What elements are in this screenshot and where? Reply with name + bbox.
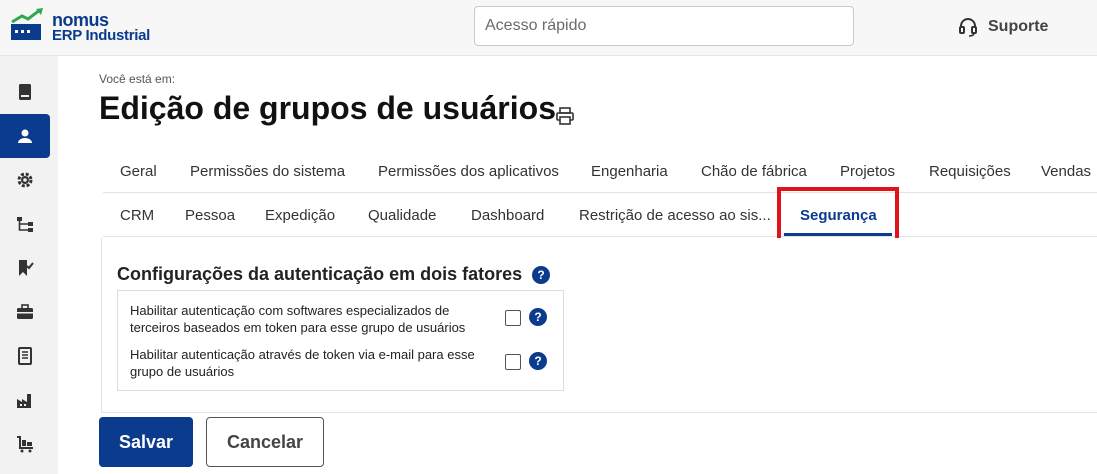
hierarchy-icon — [17, 217, 33, 232]
sidebar — [0, 56, 58, 474]
tab-restricao-acesso[interactable]: Restrição de acesso ao sis... — [562, 195, 788, 237]
tab-engenharia[interactable]: Engenharia — [574, 151, 685, 193]
sidebar-item-tasks[interactable] — [0, 246, 50, 290]
headset-icon — [959, 18, 977, 37]
factory-icon — [17, 394, 31, 408]
gear-icon — [17, 172, 33, 188]
tab-crm[interactable]: CRM — [103, 195, 171, 237]
token-software-checkbox[interactable] — [505, 310, 521, 326]
cancel-button[interactable]: Cancelar — [206, 417, 324, 467]
logo-icon — [11, 8, 43, 40]
option-label-token-software: Habilitar autenticação com softwares esp… — [130, 303, 466, 335]
sidebar-item-production[interactable] — [0, 378, 50, 422]
tab-geral[interactable]: Geral — [103, 151, 174, 193]
document-icon — [18, 347, 32, 365]
tab-requisicoes[interactable]: Requisições — [912, 151, 1028, 193]
option-label-email-token: Habilitar autenticação através de token … — [130, 347, 475, 379]
page-title: Edição de grupos de usuários — [99, 90, 556, 126]
email-token-checkbox[interactable] — [505, 354, 521, 370]
bookmark-check-icon — [19, 260, 34, 276]
user-icon — [18, 129, 32, 143]
sidebar-item-purchases[interactable] — [0, 422, 50, 466]
support-button[interactable]: Suporte — [958, 16, 1048, 38]
support-label: Suporte — [988, 18, 1049, 35]
nomus-logo[interactable]: nomus ERP Industrial — [10, 8, 160, 48]
tab-qualidade[interactable]: Qualidade — [351, 195, 453, 237]
email-token-help-icon[interactable]: ? — [529, 352, 547, 370]
quick-access-search-input[interactable] — [474, 6, 854, 46]
two-factor-options: Habilitar autenticação com softwares esp… — [117, 290, 564, 391]
breadcrumb: Você está em: — [99, 72, 176, 86]
sidebar-item-settings[interactable] — [0, 158, 50, 202]
logo-text-erp: ERP Industrial — [52, 27, 151, 44]
tabs-row-1: Geral Permissões do sistema Permissões d… — [103, 151, 1097, 193]
save-button[interactable]: Salvar — [99, 417, 193, 467]
tab-permissoes-sistema[interactable]: Permissões do sistema — [173, 151, 362, 193]
tab-projetos[interactable]: Projetos — [823, 151, 912, 193]
token-software-help-icon[interactable]: ? — [529, 308, 547, 326]
sidebar-item-commercial[interactable] — [0, 290, 50, 334]
briefcase-icon — [17, 304, 33, 319]
tab-permissoes-aplicativos[interactable]: Permissões dos aplicativos — [361, 151, 576, 193]
tab-pessoa[interactable]: Pessoa — [168, 195, 252, 237]
section-help-icon[interactable]: ? — [532, 266, 550, 284]
top-bar: nomus ERP Industrial Suporte — [0, 0, 1097, 56]
tabs-row-2: CRM Pessoa Expedição Qualidade Dashboard… — [103, 195, 1097, 237]
tab-expedicao[interactable]: Expedição — [248, 195, 352, 237]
print-icon[interactable] — [556, 107, 574, 125]
sidebar-item-documents[interactable] — [0, 70, 50, 114]
tab-dashboard[interactable]: Dashboard — [454, 195, 561, 237]
sidebar-item-reports[interactable] — [0, 334, 50, 378]
book-icon — [19, 84, 31, 100]
sidebar-item-users[interactable] — [0, 114, 50, 158]
cart-icon — [17, 436, 33, 453]
selected-tab-indicator — [784, 233, 892, 236]
sidebar-item-structure[interactable] — [0, 202, 50, 246]
tab-seguranca[interactable]: Segurança — [783, 195, 894, 237]
section-title: Configurações da autenticação em dois fa… — [117, 264, 523, 284]
tab-vendas[interactable]: Vendas — [1024, 151, 1097, 193]
tab-chao-de-fabrica[interactable]: Chão de fábrica — [684, 151, 824, 193]
